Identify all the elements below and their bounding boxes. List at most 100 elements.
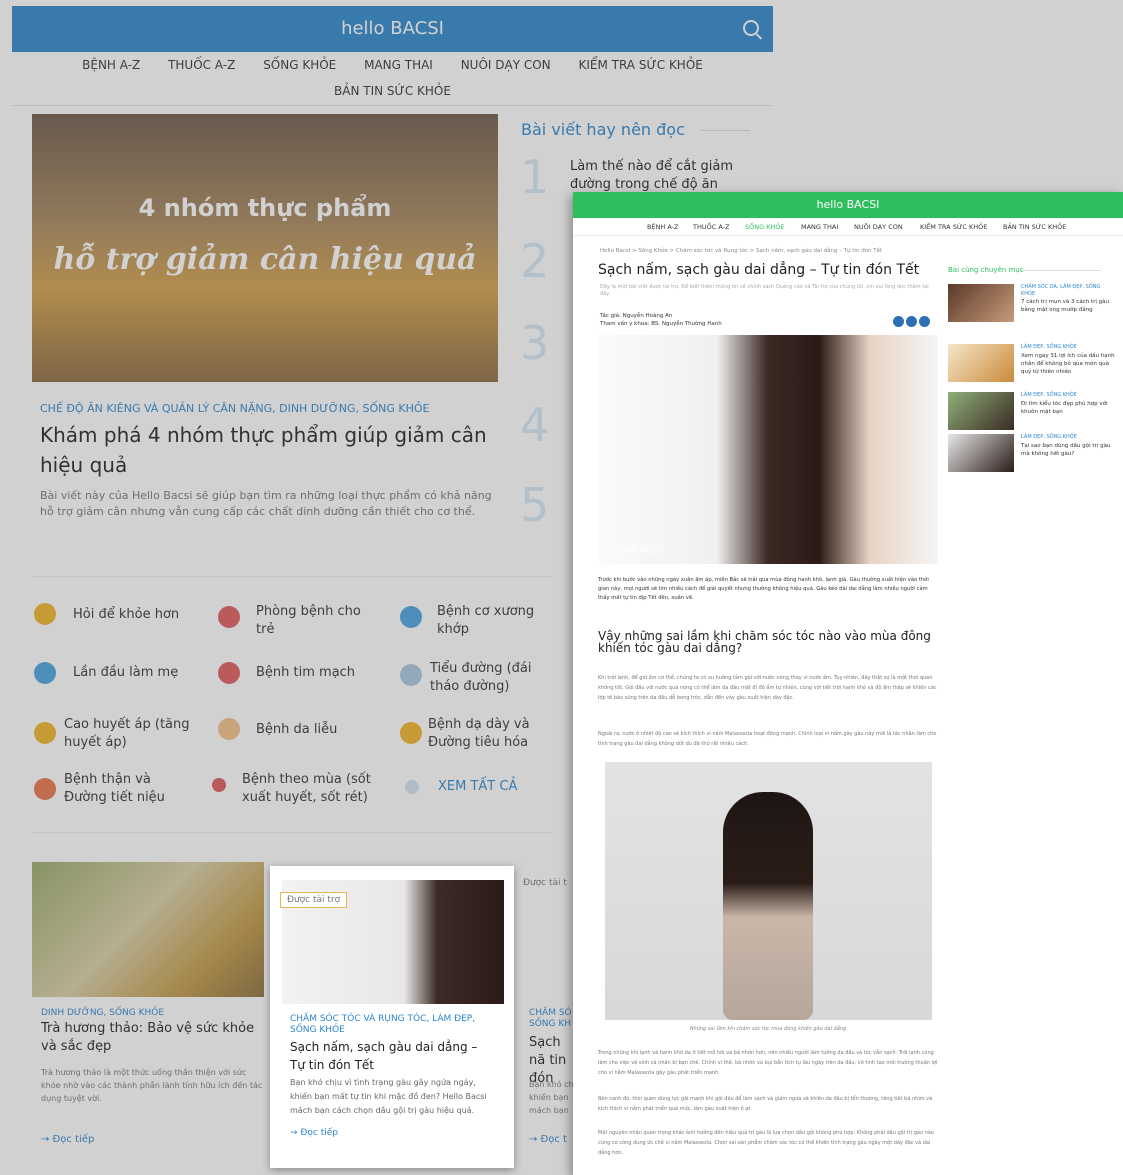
image-caption: Những sai lầm khi chăm sóc tóc mùa đông … (689, 1026, 847, 1032)
facebook-icon[interactable] (893, 316, 904, 327)
nav-mang-thai[interactable]: MANG THAI (801, 218, 838, 236)
related-item[interactable]: LÀM ĐẸP, SỐNG KHỎE Tại sao bạn dùng dầu … (948, 434, 1118, 478)
card-desc: Trà hương thảo là một thức uống thần thi… (41, 1068, 263, 1103)
related-category[interactable]: LÀM ĐẸP, SỐNG KHỎE (1021, 344, 1116, 351)
article-logo[interactable]: hello BACSI (573, 192, 1123, 218)
image-watermark: helloBACSI (604, 543, 664, 556)
health-item[interactable]: Tiểu đường (đái tháo đường) (430, 660, 545, 696)
author[interactable]: Tác giả: Nguyễn Hoàng An (600, 312, 722, 320)
related-item[interactable]: CHĂM SÓC DA, LÀM ĐẸP, SỐNG KHỎE 7 cách t… (948, 284, 1118, 328)
search-icon[interactable] (743, 20, 759, 36)
related-thumb (948, 344, 1014, 382)
rank-number: 1 (520, 150, 550, 204)
reviewer[interactable]: Tham vấn y khoa: BS. Nguyễn Thường Hanh (600, 320, 722, 328)
divider (700, 130, 750, 131)
author-info: Tác giả: Nguyễn Hoàng An Tham vấn y khoa… (600, 312, 722, 328)
share-buttons (891, 312, 930, 331)
article-nav: BỆNH A-Z THUỐC A-Z SỐNG KHỎE MANG THAI N… (573, 218, 1123, 236)
nav-thuoc-az[interactable]: THUỐC A-Z (168, 52, 235, 78)
related-thumb (948, 284, 1014, 322)
article-heading: Vậy những sai lầm khi chăm sóc tóc nào v… (598, 629, 931, 655)
article-paragraph: Khi trời lạnh, để giữ ấm cơ thể, chúng t… (598, 675, 937, 701)
read-more-link[interactable]: → Đọc tiếp (41, 1134, 94, 1145)
nav-song-khoe[interactable]: SỐNG KHỎE (263, 52, 336, 78)
mosquito-icon (212, 778, 226, 792)
bg-logo[interactable]: hello BACSI (12, 6, 773, 52)
read-more-link[interactable]: → Đọc t (529, 1134, 567, 1145)
breadcrumb[interactable]: Hello Bacsi > Sống Khỏe > Chăm sóc tóc v… (600, 248, 882, 254)
side-title: Bài viết hay nên đọc (521, 120, 685, 139)
messenger-icon[interactable] (906, 316, 917, 327)
health-item[interactable]: Cao huyết áp (tăng huyết áp) (64, 716, 194, 752)
arrow-right-icon (405, 780, 419, 794)
hero-category[interactable]: CHẾ ĐỘ ĂN KIÊNG VÀ QUẢN LÝ CÂN NẶNG, DIN… (40, 402, 430, 415)
sponsored-notice: Đây là một bài viết được tài trợ. Để biế… (600, 284, 929, 297)
health-item[interactable]: Bệnh da liễu (256, 721, 376, 739)
card-title[interactable]: Sạch nấm, sạch gàu dai dẳng – Tự tin đón… (290, 1038, 490, 1074)
mother-icon (34, 662, 56, 684)
question-icon (34, 603, 56, 625)
hero-image[interactable]: 4 nhóm thực phẩm hỗ trợ giảm cân hiệu qu… (32, 114, 498, 382)
woman-figure (723, 792, 813, 1020)
related-title[interactable]: Xem ngay 31 lợi ích của dầu hạnh nhân để… (1021, 352, 1116, 376)
article-card[interactable]: Được tài t CHĂM SÓ SỐNG KH Sạch nã tin đ… (520, 862, 580, 1162)
article-paragraph: Bên cạnh đó, thói quen dùng lực gãi mạnh… (598, 1096, 933, 1112)
nav-nuoi-day-con[interactable]: NUÔI DẠY CON (854, 218, 903, 236)
stomach-icon (400, 722, 422, 744)
related-title[interactable]: 7 cách trị mụn và 3 cách trị gàu bằng mậ… (1021, 298, 1116, 314)
rank-number: 4 (520, 398, 550, 452)
nav-kiem-tra[interactable]: KIỂM TRA SỨC KHỎE (920, 218, 987, 236)
card-desc: Bạn khó ch khiến bạn mách bạn (529, 1080, 574, 1115)
divider (32, 832, 552, 833)
related-item[interactable]: LÀM ĐẸP, SỐNG KHỎE Đi tìm kiểu tóc đẹp p… (948, 392, 1118, 436)
nav-benh-az[interactable]: BỆNH A-Z (647, 218, 678, 236)
sponsored-badge: Được tài t (523, 878, 567, 888)
card-category[interactable]: DINH DƯỠNG, SỐNG KHỎE (41, 1008, 164, 1018)
skin-icon (218, 718, 240, 740)
health-item[interactable]: Bệnh thận và Đường tiết niệu (64, 771, 184, 807)
nav-kiem-tra[interactable]: KIỂM TRA SỨC KHỎE (578, 52, 702, 78)
related-title[interactable]: Tại sao bạn dùng dầu gội trị gàu mà khôn… (1021, 442, 1116, 458)
hero-title[interactable]: Khám phá 4 nhóm thực phẩm giúp giảm cân … (40, 420, 510, 480)
nav-mang-thai[interactable]: MANG THAI (364, 52, 433, 78)
nav-song-khoe[interactable]: SỐNG KHỎE (745, 218, 785, 236)
side-item-1[interactable]: Làm thế nào để cắt giảm đường trong chế … (570, 158, 755, 194)
featured-card[interactable]: Được tài trợ CHĂM SÓC TÓC VÀ RỤNG TÓC, L… (270, 866, 514, 1168)
divider (1021, 270, 1101, 271)
health-item[interactable]: Bệnh cơ xương khớp (437, 603, 547, 639)
divider (32, 576, 552, 577)
related-heading: Bài cùng chuyên mục (948, 266, 1024, 274)
health-item[interactable]: Phòng bệnh cho trẻ (256, 603, 376, 639)
nav-thuoc-az[interactable]: THUỐC A-Z (693, 218, 729, 236)
heart-icon (218, 662, 240, 684)
article-title: Sạch nấm, sạch gàu dai dẳng – Tự tin đón… (598, 262, 920, 278)
read-more-link[interactable]: → Đọc tiếp (290, 1128, 338, 1138)
sponsored-badge: Được tài trợ (280, 892, 348, 908)
link-icon[interactable] (919, 316, 930, 327)
related-category[interactable]: LÀM ĐẸP, SỐNG KHỎE (1021, 434, 1116, 441)
card-category[interactable]: CHĂM SÓC TÓC VÀ RỤNG TÓC, LÀM ĐẸP, SỐNG … (290, 1014, 490, 1036)
related-item[interactable]: LÀM ĐẸP, SỐNG KHỎE Xem ngay 31 lợi ích c… (948, 344, 1118, 388)
child-icon (218, 606, 240, 628)
health-item[interactable]: Lần đầu làm mẹ (73, 664, 193, 682)
nav-ban-tin[interactable]: BẢN TIN SỨC KHỎE (1003, 218, 1066, 236)
related-thumb (948, 392, 1014, 430)
nav-ban-tin[interactable]: BẢN TIN SỨC KHỎE (334, 78, 451, 104)
nav-nuoi-day-con[interactable]: NUÔI DẠY CON (461, 52, 551, 78)
article-card[interactable]: DINH DƯỠNG, SỐNG KHỎE Trà hương thảo: Bả… (32, 862, 264, 1162)
health-item[interactable]: Bệnh dạ dày và Đường tiêu hóa (428, 716, 548, 752)
see-all-link[interactable]: XEM TẤT CẢ (438, 778, 517, 796)
health-item[interactable]: Bệnh theo mùa (sốt xuất huyết, sốt rét) (242, 771, 382, 807)
nav-benh-az[interactable]: BỆNH A-Z (82, 52, 140, 78)
health-item[interactable]: Hỏi để khỏe hơn (73, 606, 193, 624)
health-item[interactable]: Bệnh tim mạch (256, 664, 376, 682)
rank-number: 3 (520, 316, 550, 370)
bg-nav: BỆNH A-Z THUỐC A-Z SỐNG KHỎE MANG THAI N… (12, 52, 773, 106)
related-category[interactable]: CHĂM SÓC DA, LÀM ĐẸP, SỐNG KHỎE (1021, 284, 1116, 298)
article-intro: Trước khi bước vào những ngày xuân ấm áp… (598, 577, 929, 601)
card-category[interactable]: CHĂM SÓ SỐNG KH (529, 1008, 579, 1030)
hero-text-1: 4 nhóm thực phẩm (138, 194, 392, 222)
related-title[interactable]: Đi tìm kiểu tóc đẹp phù hợp với khuôn mặ… (1021, 400, 1116, 416)
card-title[interactable]: Trà hương thảo: Bảo vệ sức khỏe và sắc đ… (41, 1020, 256, 1056)
related-category[interactable]: LÀM ĐẸP, SỐNG KHỎE (1021, 392, 1116, 399)
